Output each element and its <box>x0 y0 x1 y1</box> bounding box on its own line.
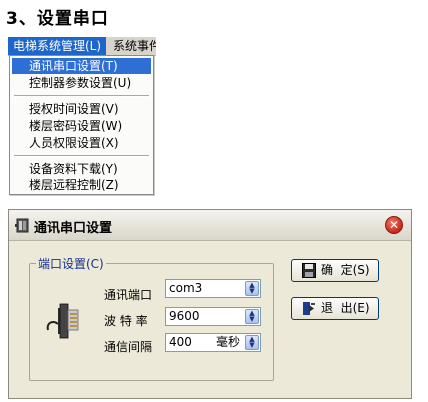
menubar: 电梯系统管理(L) 系统事件 <box>8 37 156 56</box>
spin-up-down-icon[interactable]: ▲ ▼ <box>245 309 259 324</box>
interval-spinner[interactable]: 400 毫秒 ▲ ▼ <box>165 333 261 352</box>
dialog-title: 通讯串口设置 <box>34 221 113 236</box>
menu-item-controller-params[interactable]: 控制器参数设置(U) <box>12 75 151 91</box>
menu-item-user-permission[interactable]: 人员权限设置(X) <box>12 135 151 151</box>
port-label: 通讯端口 <box>104 288 153 302</box>
section-heading: 3、设置串口 <box>6 9 109 29</box>
port-select[interactable]: com3 ▲ ▼ <box>165 279 261 298</box>
menu-item-comm-port[interactable]: 通讯串口设置(T) <box>12 58 151 74</box>
save-icon <box>302 263 316 278</box>
exit-icon <box>303 302 315 315</box>
baud-value: 9600 <box>169 309 200 323</box>
menu-system-events[interactable]: 系统事件 <box>111 37 156 55</box>
menu-elevator-system[interactable]: 电梯系统管理(L) <box>8 37 107 55</box>
menu-separator <box>14 95 149 97</box>
exit-label: 退 出(E) <box>321 301 370 315</box>
dropdown-menu: 通讯串口设置(T) 控制器参数设置(U) 授权时间设置(V) 楼层密码设置(W)… <box>9 55 154 195</box>
menu-item-auth-time[interactable]: 授权时间设置(V) <box>12 101 151 117</box>
dialog-icon <box>15 218 29 233</box>
baud-select[interactable]: 9600 ▲ ▼ <box>165 307 261 326</box>
dialog-titlebar[interactable]: 通讯串口设置 ✕ <box>9 210 411 241</box>
port-settings-label: 端口设置(C) <box>36 255 106 272</box>
menu-item-floor-remote[interactable]: 楼层远程控制(Z) <box>12 177 151 193</box>
serial-plug-icon <box>46 303 79 339</box>
ok-label: 确 定(S) <box>321 263 370 277</box>
interval-unit: 毫秒 <box>216 335 241 349</box>
interval-value: 400 <box>169 335 192 349</box>
port-value: com3 <box>169 281 203 295</box>
spin-up-down-icon[interactable]: ▲ ▼ <box>245 281 259 296</box>
menu-separator <box>14 155 149 157</box>
comm-port-dialog: 通讯串口设置 ✕ 端口设置(C) 通讯端口 com3 ▲ ▼ 波 特 率 9600… <box>8 209 412 399</box>
interval-label: 通信间隔 <box>104 340 153 354</box>
ok-button[interactable]: 确 定(S) <box>291 259 379 282</box>
menu-item-device-download[interactable]: 设备资料下载(Y) <box>12 161 151 177</box>
close-icon[interactable]: ✕ <box>385 216 403 234</box>
exit-button[interactable]: 退 出(E) <box>291 297 379 320</box>
spin-up-down-icon[interactable]: ▲ ▼ <box>245 335 259 350</box>
menu-screenshot: 电梯系统管理(L) 系统事件 通讯串口设置(T) 控制器参数设置(U) 授权时间… <box>8 37 156 197</box>
baud-label: 波 特 率 <box>104 314 148 328</box>
menu-item-floor-password[interactable]: 楼层密码设置(W) <box>12 118 151 134</box>
